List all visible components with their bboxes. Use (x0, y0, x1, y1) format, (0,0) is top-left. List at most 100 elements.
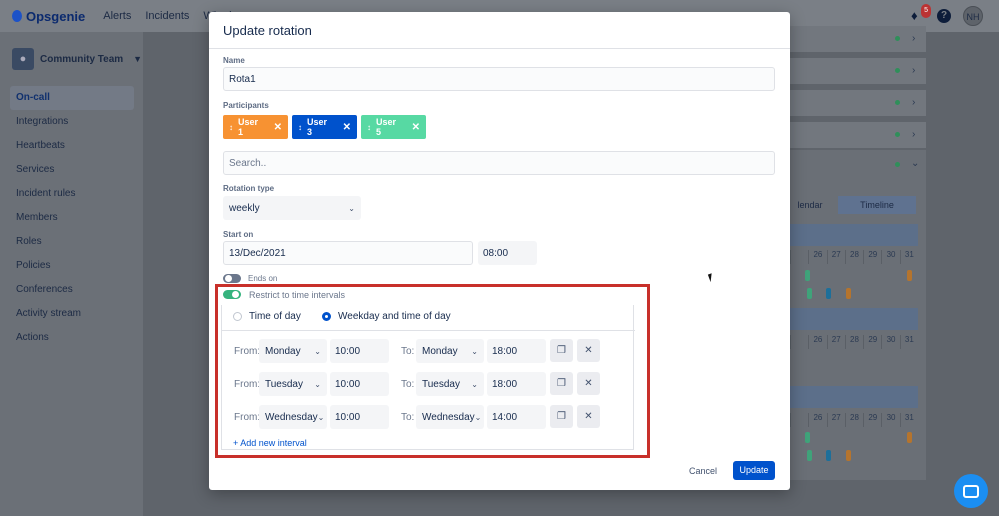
start-time-input[interactable]: 08:00 (478, 241, 537, 265)
bg-day: 30 (881, 335, 899, 349)
top-right-actions: ♦ 5 ? NH (911, 4, 983, 26)
ends-on-label: Ends on (248, 274, 278, 283)
sidebar-menu: On-call Integrations Heartbeats Services… (10, 86, 134, 350)
chevron-right-icon[interactable]: › (912, 97, 915, 108)
bg-shift-bar (805, 270, 810, 281)
participant-chip-user-5[interactable]: ↕ User 5 ✕ (361, 115, 426, 139)
chevron-down-icon: ⌄ (348, 203, 355, 213)
sidebar-item-policies[interactable]: Policies (10, 254, 134, 278)
bg-shift-bar (907, 270, 912, 281)
start-date-input[interactable]: 13/Dec/2021 (223, 241, 473, 265)
status-dot-icon (895, 162, 900, 167)
bg-shift-bar (807, 450, 812, 461)
bg-day-header: 26 27 28 29 30 31 (790, 335, 918, 349)
remove-icon[interactable]: ✕ (412, 122, 420, 133)
bg-shift-bar (826, 450, 831, 461)
bg-day: 31 (899, 250, 918, 264)
bg-day: 31 (899, 413, 918, 427)
drag-handle-icon[interactable]: ↕ (229, 123, 233, 132)
bg-day: 26 (808, 250, 826, 264)
status-dot-icon (895, 100, 900, 105)
brand-logo[interactable]: Opsgenie (12, 9, 85, 24)
notification-count-badge: 5 (921, 4, 931, 18)
drag-handle-icon[interactable]: ↕ (367, 123, 371, 132)
bg-day: 29 (863, 335, 881, 349)
opsgenie-logo-icon (12, 10, 22, 22)
participants-label: Participants (223, 101, 269, 110)
nav-incidents[interactable]: Incidents (145, 10, 189, 22)
team-name: Community Team (40, 53, 124, 65)
brand-name: Opsgenie (26, 8, 86, 24)
cancel-button[interactable]: Cancel (689, 462, 717, 480)
bg-shift-bar (807, 288, 812, 299)
bg-shift-bar (846, 450, 851, 461)
remove-icon[interactable]: ✕ (274, 122, 282, 133)
bg-timeline-band (790, 386, 918, 408)
team-icon: ● (12, 48, 34, 70)
bg-rotation-row (790, 90, 926, 116)
annotation-highlight-box (215, 284, 650, 458)
rotation-type-value: weekly (229, 202, 260, 214)
sidebar-item-heartbeats[interactable]: Heartbeats (10, 134, 134, 158)
name-input[interactable]: Rota1 (223, 67, 775, 91)
bg-day: 26 (808, 413, 826, 427)
sidebar-item-roles[interactable]: Roles (10, 230, 134, 254)
bg-day: 31 (899, 335, 918, 349)
participant-search-input[interactable]: Search.. (223, 151, 775, 175)
status-dot-icon (895, 132, 900, 137)
sidebar-item-members[interactable]: Members (10, 206, 134, 230)
team-switcher[interactable]: ● Community Team ▼ (12, 48, 142, 70)
bg-day: 26 (808, 335, 826, 349)
bg-timeline-band (790, 224, 918, 246)
sidebar-item-integrations[interactable]: Integrations (10, 110, 134, 134)
bg-shift-bar (846, 288, 851, 299)
bg-day: 28 (844, 250, 863, 264)
sidebar-item-actions[interactable]: Actions (10, 326, 134, 350)
bg-rotation-row (790, 26, 926, 52)
nav-alerts[interactable]: Alerts (103, 10, 131, 22)
bg-day: 30 (881, 413, 899, 427)
chat-bubble-icon (963, 484, 979, 498)
bg-timeline-band (790, 308, 918, 330)
modal-divider (209, 48, 790, 49)
sidebar-item-on-call[interactable]: On-call (10, 86, 134, 110)
ends-on-toggle[interactable] (223, 274, 241, 283)
notifications-icon[interactable]: ♦ 5 (911, 4, 931, 23)
bg-tab-timeline[interactable]: Timeline (838, 196, 916, 214)
chevron-right-icon[interactable]: › (912, 65, 915, 76)
rotation-type-select[interactable]: weekly ⌄ (223, 196, 361, 220)
chevron-right-icon[interactable]: › (912, 129, 915, 140)
drag-handle-icon[interactable]: ↕ (298, 123, 302, 132)
sidebar-item-services[interactable]: Services (10, 158, 134, 182)
remove-icon[interactable]: ✕ (343, 122, 351, 133)
bg-day-header: 26 27 28 29 30 31 (790, 250, 918, 264)
bg-tab-calendar[interactable]: lendar (790, 196, 830, 214)
rotation-type-label: Rotation type (223, 184, 275, 193)
update-button[interactable]: Update (733, 461, 775, 480)
bg-rotation-row (790, 58, 926, 84)
sidebar-item-incident-rules[interactable]: Incident rules (10, 182, 134, 206)
bg-shift-bar (907, 432, 912, 443)
bg-shift-bar (826, 288, 831, 299)
sidebar-item-activity-stream[interactable]: Activity stream (10, 302, 134, 326)
modal-title: Update rotation (223, 23, 312, 38)
participant-name: User 5 (376, 117, 397, 137)
bg-rotation-row (790, 122, 926, 148)
participant-chip-user-3[interactable]: ↕ User 3 ✕ (292, 115, 357, 139)
chat-launcher-button[interactable] (954, 474, 988, 508)
chevron-down-icon[interactable]: ⌄ (911, 158, 919, 169)
help-icon[interactable]: ? (937, 9, 951, 23)
bg-day: 27 (826, 335, 845, 349)
participant-chip-user-1[interactable]: ↕ User 1 ✕ (223, 115, 288, 139)
status-dot-icon (895, 36, 900, 41)
bg-shift-bar (805, 432, 810, 443)
chevron-right-icon[interactable]: › (912, 33, 915, 44)
bg-day: 29 (863, 250, 881, 264)
user-avatar[interactable]: NH (963, 6, 983, 26)
sidebar-item-conferences[interactable]: Conferences (10, 278, 134, 302)
chevron-down-icon: ▼ (133, 54, 143, 64)
bg-day: 29 (863, 413, 881, 427)
participant-name: User 1 (238, 117, 259, 137)
status-dot-icon (895, 68, 900, 73)
name-label: Name (223, 56, 245, 65)
